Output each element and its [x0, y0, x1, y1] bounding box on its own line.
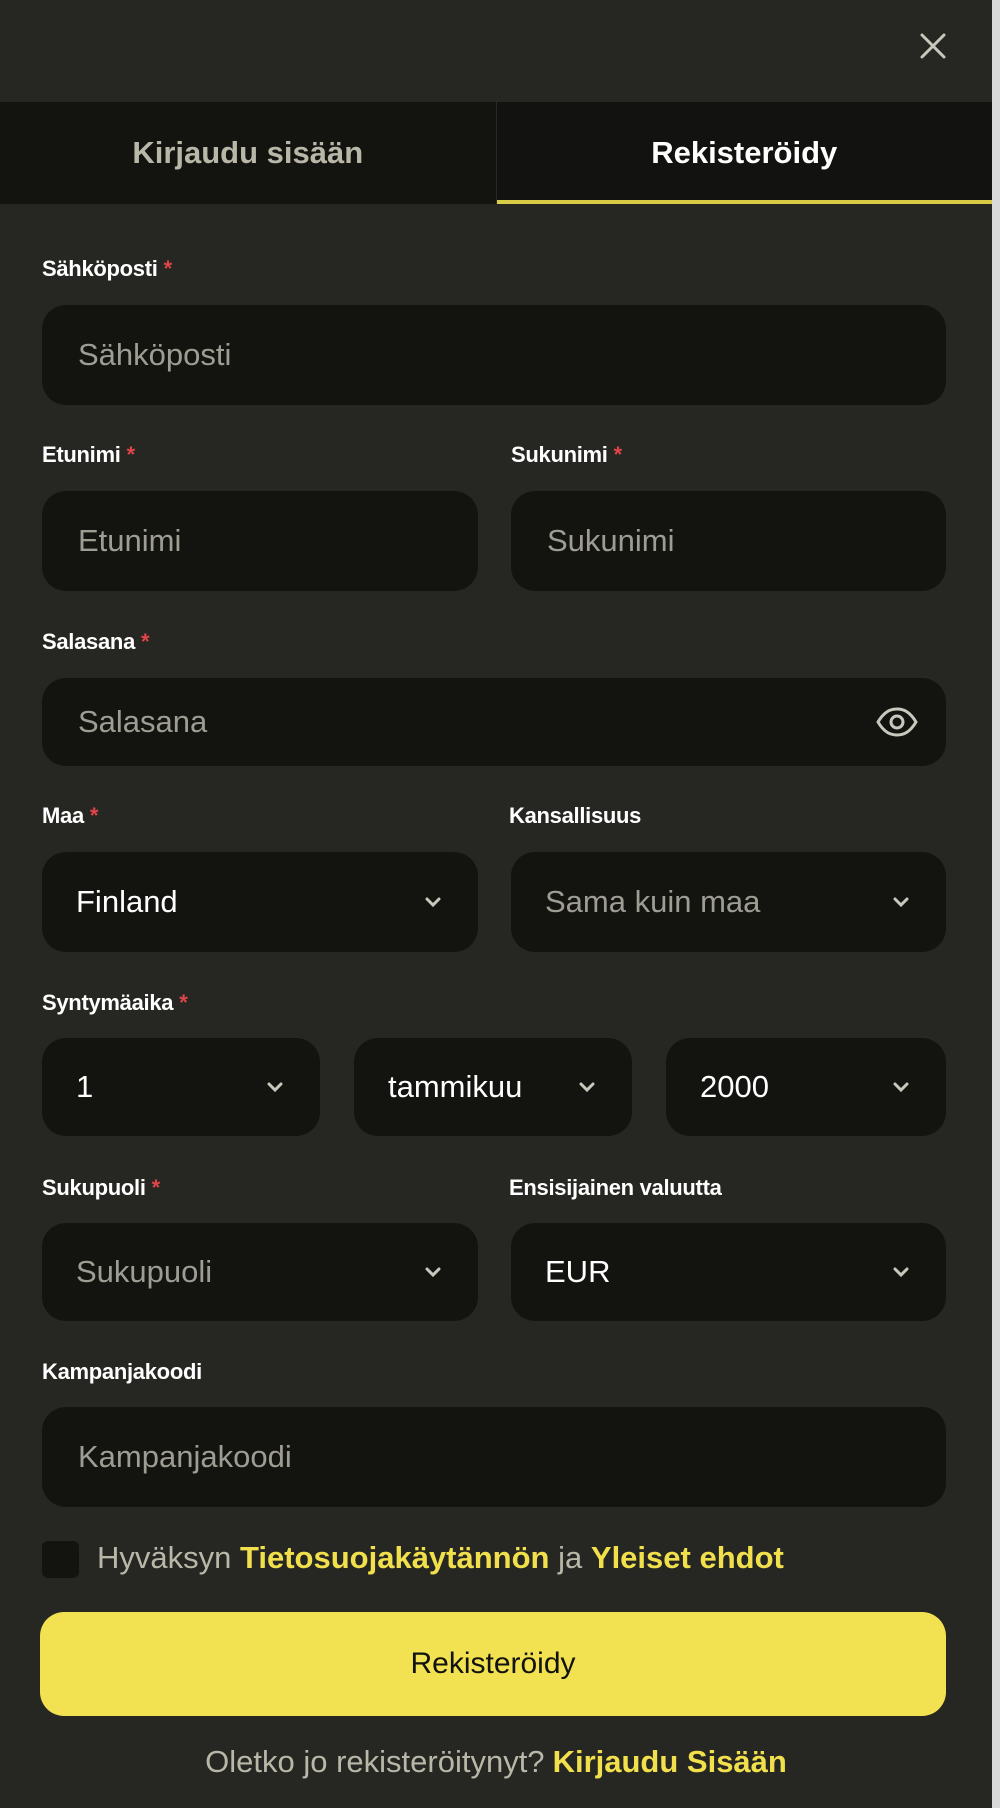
register-button[interactable]: Rekisteröidy [40, 1612, 946, 1716]
birth-day-select[interactable]: 1 [42, 1038, 320, 1136]
eye-icon [876, 707, 918, 737]
scrollbar[interactable] [992, 0, 1000, 1808]
gender-label: Sukupuoli * [42, 1175, 160, 1201]
gender-placeholder: Sukupuoli [76, 1254, 213, 1289]
chevron-down-icon [576, 1076, 598, 1098]
promo-label-text: Kampanjakoodi [42, 1359, 202, 1384]
first-name-label-text: Etunimi [42, 442, 121, 467]
terms-link[interactable]: Yleiset ehdot [591, 1540, 784, 1575]
chevron-down-icon [890, 1261, 912, 1283]
gender-label-text: Sukupuoli [42, 1175, 146, 1200]
consent-checkbox[interactable] [42, 1541, 79, 1578]
email-label-text: Sähköposti [42, 256, 158, 281]
required-mark: * [151, 1175, 161, 1200]
required-mark: * [163, 256, 173, 281]
email-field[interactable] [42, 305, 946, 405]
required-mark: * [89, 803, 99, 828]
first-name-label: Etunimi * [42, 442, 135, 468]
password-field[interactable] [42, 678, 946, 766]
login-question: Oletko jo rekisteröitynyt? [205, 1744, 545, 1779]
birth-day-value: 1 [76, 1069, 94, 1104]
currency-label-text: Ensisijainen valuutta [509, 1175, 722, 1200]
auth-tabs: Kirjaudu sisään Rekisteröidy [0, 102, 992, 204]
privacy-policy-link[interactable]: Tietosuojakäytännön [240, 1540, 550, 1575]
chevron-down-icon [264, 1076, 286, 1098]
first-name-field[interactable] [42, 491, 478, 591]
tab-login[interactable]: Kirjaudu sisään [0, 102, 496, 204]
gender-select[interactable]: Sukupuoli [42, 1223, 478, 1321]
nationality-select[interactable]: Sama kuin maa [511, 852, 946, 952]
nationality-placeholder: Sama kuin maa [545, 884, 761, 919]
nationality-label-text: Kansallisuus [509, 803, 642, 828]
promo-input[interactable] [76, 1438, 912, 1476]
country-label-text: Maa [42, 803, 84, 828]
currency-value: EUR [545, 1254, 611, 1289]
required-mark: * [141, 629, 150, 654]
tab-register[interactable]: Rekisteröidy [495, 102, 992, 204]
country-label: Maa * [42, 803, 98, 829]
login-link[interactable]: Kirjaudu Sisään [553, 1744, 787, 1779]
last-name-label: Sukunimi * [511, 442, 622, 468]
birthdate-label: Syntymäaika * [42, 990, 188, 1016]
close-button[interactable] [906, 22, 960, 70]
toggle-password-visibility[interactable] [876, 700, 918, 744]
password-input[interactable] [76, 703, 876, 741]
login-prompt: Oletko jo rekisteröitynyt? Kirjaudu Sisää… [0, 1744, 992, 1780]
last-name-label-text: Sukunimi [511, 442, 608, 467]
chevron-down-icon [890, 891, 912, 913]
consent-connector: ja [558, 1540, 583, 1575]
last-name-input[interactable] [545, 522, 912, 560]
password-label-text: Salasana [42, 629, 136, 654]
consent-text: Hyväksyn Tietosuojakäytännön ja Yleiset … [97, 1540, 784, 1576]
birthdate-label-text: Syntymäaika [42, 990, 174, 1015]
promo-field[interactable] [42, 1407, 946, 1507]
required-mark: * [613, 442, 623, 467]
birth-month-select[interactable]: tammikuu [354, 1038, 632, 1136]
close-icon [920, 33, 946, 59]
first-name-input[interactable] [76, 522, 444, 560]
required-mark: * [126, 442, 136, 467]
password-label: Salasana * [42, 629, 150, 655]
email-input[interactable] [76, 336, 912, 374]
chevron-down-icon [890, 1076, 912, 1098]
registration-modal: Kirjaudu sisään Rekisteröidy Sähköposti *… [0, 0, 992, 1808]
chevron-down-icon [422, 891, 444, 913]
promo-label: Kampanjakoodi [42, 1359, 202, 1385]
required-mark: * [179, 990, 188, 1015]
nationality-label: Kansallisuus [509, 803, 641, 829]
consent-prefix: Hyväksyn [97, 1540, 232, 1575]
birth-year-select[interactable]: 2000 [666, 1038, 946, 1136]
currency-label: Ensisijainen valuutta [509, 1175, 722, 1201]
chevron-down-icon [422, 1261, 444, 1283]
birth-year-value: 2000 [700, 1069, 769, 1104]
country-select[interactable]: Finland [42, 852, 478, 952]
country-value: Finland [76, 884, 178, 919]
last-name-field[interactable] [511, 491, 946, 591]
email-label: Sähköposti * [42, 256, 172, 282]
birth-month-value: tammikuu [388, 1069, 523, 1104]
currency-select[interactable]: EUR [511, 1223, 946, 1321]
